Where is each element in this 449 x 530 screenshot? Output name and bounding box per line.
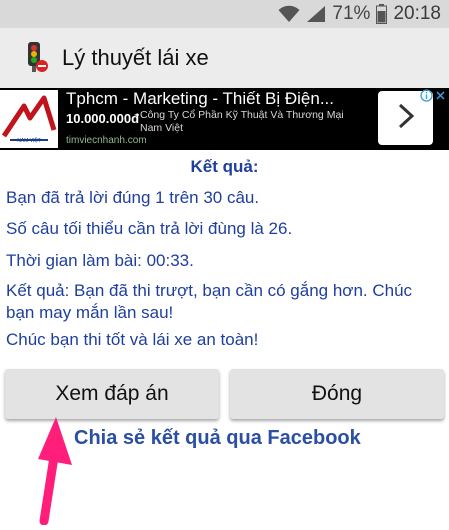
ad-close-icon[interactable] [434,89,447,102]
wifi-icon [278,5,300,23]
results-heading: Kết quả: [190,157,259,176]
clock: 20:18 [393,3,441,24]
ad-banner[interactable]: NAM VIỆT Tphcm - Marketing - Thiết Bị Đi… [0,88,449,150]
ad-price: 10.000.000đ [66,111,140,126]
ad-title[interactable]: Tphcm - Marketing - Thiết Bị Điện... [66,89,334,109]
pointer-arrow-icon [22,415,82,526]
ad-logo-image: NAM VIỆT [0,90,58,148]
battery-percent: 71% [332,3,371,24]
app-bar: Lý thuyết lái xe [0,28,449,88]
ad-info-icon[interactable] [420,89,433,102]
ad-logo-caption: NAM VIỆT [17,138,41,144]
time-taken-text: Thời gian làm bài: 00:33. [6,251,194,270]
signal-icon [306,5,326,23]
correct-answers-text: Bạn đã trả lời đúng 1 trên 30 câu. [6,188,260,207]
app-title: Lý thuyết lái xe [62,45,209,70]
minimum-required-text: Số câu tối thiểu cần trả lời đùng là 26. [6,219,293,238]
status-icons: 71% 20:18 [278,3,441,25]
share-facebook-link[interactable]: Chia sẻ kết quả qua Facebook [74,427,361,450]
status-bar: 71% 20:18 [0,0,449,28]
ad-company: Công Ty Cổ Phần Kỹ Thuật Và Thương Mại N… [140,109,344,134]
closing-message-text: Chúc bạn thi tốt và lái xe an toàn! [6,330,259,349]
traffic-light-app-icon [20,40,50,74]
chevron-right-icon [397,103,415,134]
close-button[interactable]: Đóng [230,369,444,419]
view-answers-button[interactable]: Xem đáp án [5,369,219,419]
ad-url: timviecnhanh.com [66,135,147,146]
result-message-text: Kết quả: Bạn đã thi trượt, bạn cần có gắ… [6,281,413,322]
battery-icon [376,4,388,24]
